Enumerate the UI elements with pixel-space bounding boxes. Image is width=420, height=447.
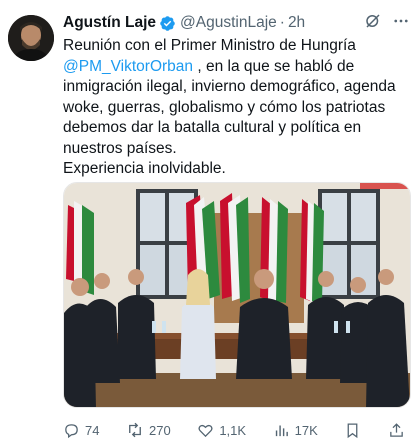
share-button[interactable]	[388, 422, 405, 439]
tweet-header: Agustín Laje @AgustinLaje · 2h	[63, 12, 410, 34]
author-name[interactable]: Agustín Laje	[63, 14, 156, 32]
tweet-text: Reunión con el Primer Ministro de Hungrí…	[63, 36, 411, 180]
views-icon	[273, 422, 290, 439]
bookmark-button[interactable]	[344, 422, 361, 439]
tweet-text-line: Reunión con el Primer Ministro de Hungrí…	[63, 37, 356, 54]
share-icon	[388, 422, 405, 439]
author-handle[interactable]: @AgustinLaje	[180, 14, 277, 32]
views-count: 17K	[294, 422, 318, 438]
repost-count: 270	[149, 422, 171, 438]
reply-count: 74	[85, 422, 100, 438]
timestamp[interactable]: 2h	[288, 14, 305, 32]
bookmark-icon	[344, 422, 361, 439]
reply-button[interactable]: 74	[63, 422, 99, 439]
separator-dot: ·	[279, 14, 285, 31]
tweet-photo[interactable]	[63, 182, 411, 408]
grok-icon[interactable]	[364, 12, 382, 35]
more-options-icon[interactable]	[392, 12, 410, 35]
tweet-actions: 74 270 1,1K 17K	[63, 418, 411, 442]
tweet-text-line: , en la que se habló de	[197, 57, 355, 75]
heart-icon	[197, 422, 214, 439]
views-button[interactable]: 17K	[273, 422, 318, 439]
repost-icon	[126, 421, 144, 439]
mention-link[interactable]: @PM_ViktorOrban	[63, 58, 193, 75]
tweet-text-line: woke, guerras, globalismo y cómo los pat…	[63, 98, 386, 116]
like-button[interactable]: 1,1K	[197, 422, 246, 439]
tweet-text-line: nuestros países.	[63, 139, 177, 157]
repost-button[interactable]: 270	[126, 421, 171, 439]
reply-icon	[63, 422, 80, 439]
avatar[interactable]	[8, 15, 54, 61]
tweet-text-line: debemos dar la batalla cultural y políti…	[63, 119, 362, 136]
like-count: 1,1K	[219, 422, 247, 438]
verified-badge-icon	[159, 15, 176, 32]
tweet-text-line: inmigración ilegal, invierno demográfico…	[63, 78, 396, 95]
tweet-text-line: Experiencia inolvidable.	[63, 160, 226, 177]
